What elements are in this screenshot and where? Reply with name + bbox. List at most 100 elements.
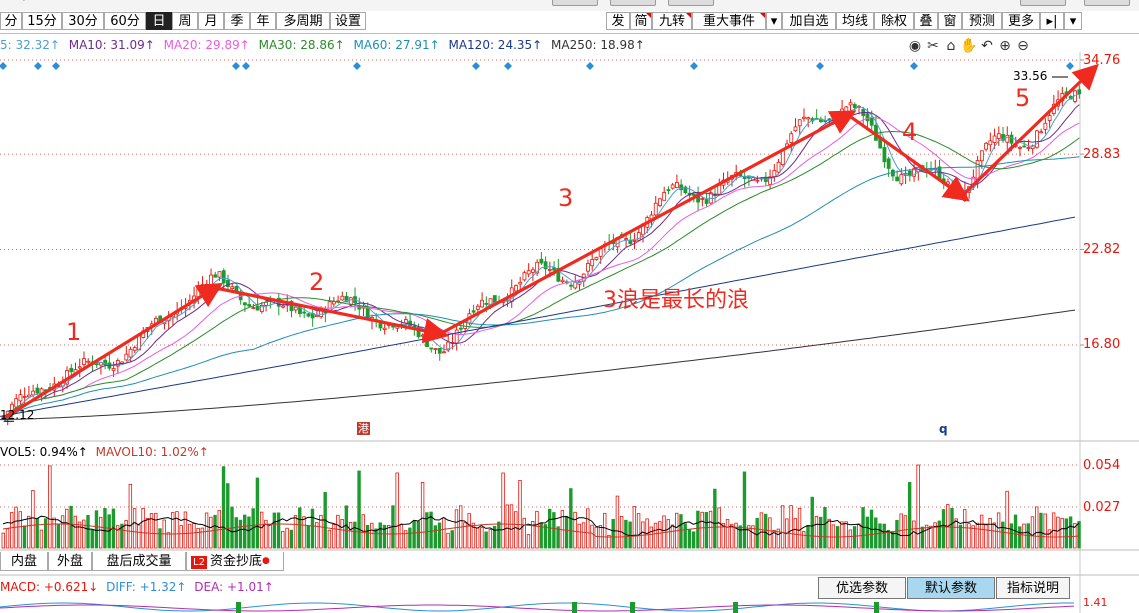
- candle-body: [35, 387, 40, 394]
- candle-body: [471, 310, 476, 313]
- macd-value: MACD: +0.621↓: [0, 580, 99, 594]
- candle-body: [1009, 134, 1014, 144]
- volume-bar: [5, 528, 10, 549]
- candle-body: [797, 119, 802, 127]
- volume-bar: [687, 529, 692, 549]
- volume-bar: [370, 522, 374, 549]
- indicator-help-button[interactable]: 指标说明: [996, 577, 1070, 599]
- tab-inner-volume[interactable]: 内盘: [0, 552, 48, 571]
- optimal-params-button[interactable]: 优选参数: [818, 577, 906, 599]
- event-diamond-icon: [1066, 62, 1074, 70]
- candle-body: [69, 367, 74, 372]
- tab-outer-volume[interactable]: 外盘: [48, 552, 92, 571]
- candle-body: [1047, 115, 1052, 121]
- candle-body: [700, 198, 705, 200]
- level2-badge-icon: L2: [191, 556, 207, 569]
- volume-bar: [603, 512, 607, 549]
- volume-bar: [1, 532, 5, 549]
- candle-body: [484, 302, 489, 305]
- volume-bar: [704, 511, 709, 549]
- event-diamond-icon: [586, 62, 594, 70]
- event-mark[interactable]: q: [939, 422, 948, 436]
- volume-bar: [840, 521, 844, 549]
- volume-bar: [848, 529, 853, 549]
- candle-body: [526, 270, 531, 275]
- candle-body: [420, 334, 425, 337]
- volume-bar: [412, 520, 416, 549]
- candle-body: [628, 240, 633, 244]
- price-axis-label: 22.82: [1083, 242, 1121, 257]
- candle-body: [992, 135, 997, 143]
- candle-body: [755, 179, 760, 182]
- volume-bar: [755, 517, 759, 549]
- candle-body: [547, 268, 552, 271]
- volume-bar: [154, 512, 158, 549]
- candle-body: [382, 327, 387, 330]
- volume-bar: [65, 508, 69, 549]
- volume-bar: [941, 509, 946, 549]
- candle-body: [675, 182, 679, 188]
- candle-body: [480, 299, 484, 308]
- volume-bar: [272, 512, 277, 549]
- volume-bar: [526, 534, 531, 549]
- tab-fund-bottom[interactable]: L2 资金抄底●: [186, 552, 284, 571]
- volume-bar: [1077, 521, 1081, 549]
- macd-bar: [733, 602, 738, 613]
- volume-bar: [1060, 517, 1064, 549]
- mavol10-value: MAVOL10: 1.02%↑: [95, 445, 209, 459]
- volume-bar: [200, 527, 205, 549]
- ma20-line: [3, 116, 1080, 418]
- volume-bar: [916, 464, 920, 549]
- candle-body: [827, 118, 832, 121]
- volume-bar: [797, 507, 802, 549]
- candle-body: [230, 286, 235, 289]
- volume-bar: [484, 531, 488, 549]
- volume-bar: [1035, 506, 1039, 549]
- volume-bar: [480, 527, 484, 549]
- volume-bar: [48, 465, 52, 549]
- candle-body: [886, 158, 891, 169]
- volume-bar: [882, 523, 886, 549]
- volume-bar: [158, 528, 162, 549]
- volume-bar: [713, 488, 717, 549]
- candle-body: [1018, 146, 1022, 149]
- volume-bar: [213, 514, 217, 549]
- volume-bar: [293, 515, 298, 549]
- candle-body: [22, 396, 27, 398]
- volume-bar: [725, 519, 730, 549]
- candle-body: [217, 271, 222, 278]
- volume-bar: [780, 505, 785, 549]
- candle-body: [433, 348, 438, 351]
- volume-bar: [522, 517, 526, 549]
- default-params-button[interactable]: 默认参数: [907, 577, 995, 599]
- volume-bar: [912, 520, 916, 549]
- candle-body: [442, 351, 446, 354]
- candle-body: [869, 117, 874, 126]
- candle-body: [340, 295, 345, 301]
- candle-body: [425, 335, 429, 347]
- candle-body: [437, 347, 442, 354]
- hk-connect-badge[interactable]: 港: [357, 422, 370, 435]
- candle-body: [844, 106, 849, 113]
- volume-bar: [907, 482, 912, 549]
- volume-bar: [683, 523, 687, 549]
- volume-bar: [865, 516, 869, 549]
- candle-body: [77, 366, 82, 369]
- volume-bar: [298, 507, 302, 549]
- candle-body: [895, 176, 900, 182]
- volume-bar: [209, 516, 213, 549]
- volume-bar: [670, 524, 675, 549]
- price-chart[interactable]: [0, 0, 1139, 613]
- volume-bar: [310, 508, 315, 549]
- tab-fund-bottom-label: 资金抄底: [209, 554, 262, 569]
- tab-after-hours-volume[interactable]: 盘后成交量: [92, 552, 186, 571]
- volume-bar: [467, 513, 471, 549]
- ma250-line: [0, 309, 1076, 421]
- candle-body: [306, 313, 311, 317]
- volume-bar: [255, 477, 260, 549]
- volume-bar: [666, 519, 670, 549]
- candle-body: [543, 261, 548, 270]
- candle-body: [200, 284, 205, 290]
- volume-axis-label: 0.027: [1083, 500, 1121, 515]
- candle-body: [293, 306, 298, 311]
